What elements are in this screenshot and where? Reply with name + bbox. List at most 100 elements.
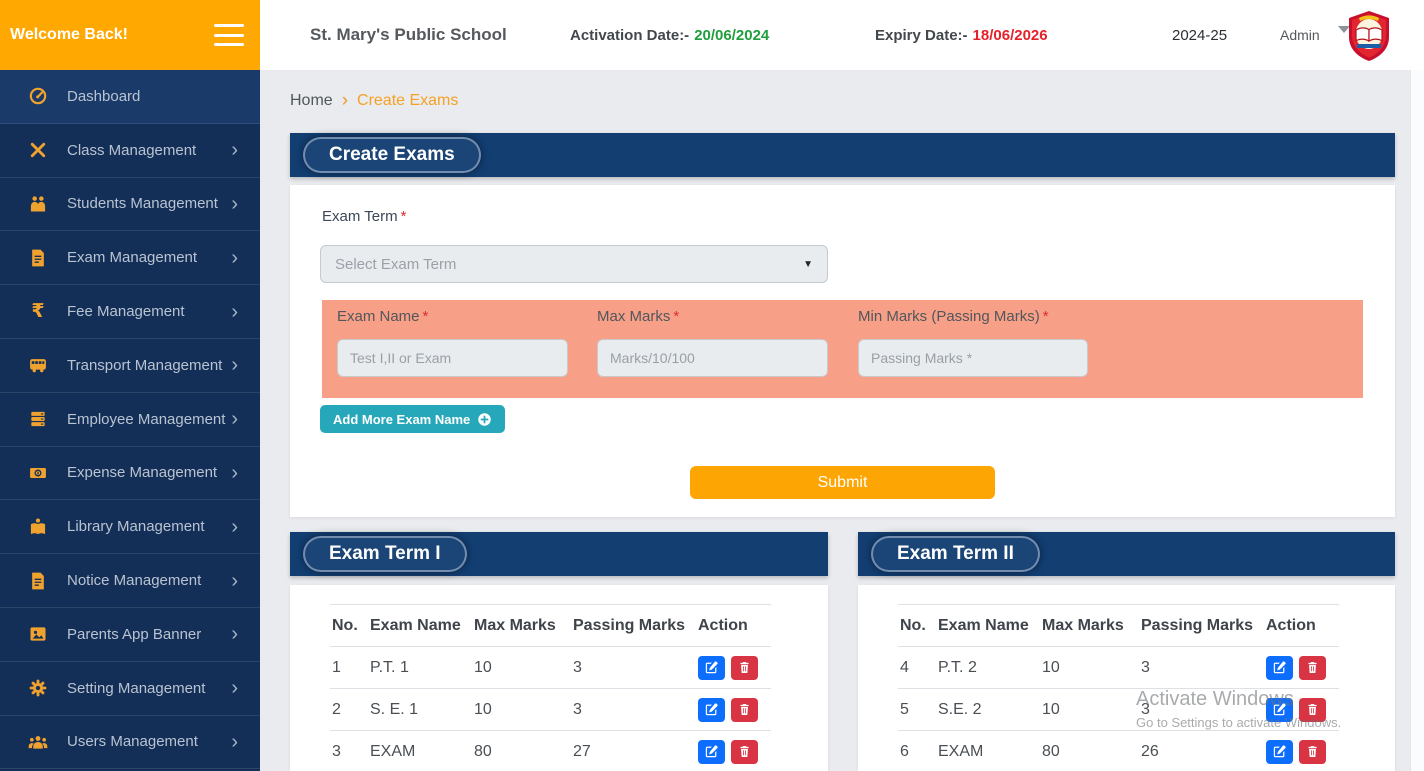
table-row: 5 S.E. 2 10 3 — [898, 689, 1339, 731]
trash-icon — [738, 745, 751, 758]
required-mark: * — [401, 208, 407, 225]
plus-circle-icon — [477, 412, 492, 427]
table-row: 4 P.T. 2 10 3 — [898, 647, 1339, 689]
edit-button[interactable] — [698, 656, 725, 680]
sidebar-item-label: Students Management — [67, 195, 218, 212]
exam-name-label: Exam Name* — [337, 308, 428, 325]
sidebar-item-notice-management[interactable]: Notice Management › — [0, 554, 260, 608]
sidebar-item-students-management[interactable]: Students Management › — [0, 178, 260, 232]
chevron-right-icon: › — [231, 463, 238, 483]
activation-label: Activation Date:- — [570, 27, 689, 44]
scrollbar[interactable] — [1410, 70, 1424, 771]
edit-icon — [705, 703, 718, 716]
chevron-right-icon: › — [231, 248, 238, 268]
bus-icon — [26, 354, 50, 376]
table-row: 3 EXAM 80 27 — [330, 731, 771, 771]
sidebar-item-label: Fee Management — [67, 303, 185, 320]
sidebar-item-label: Users Management — [67, 733, 198, 750]
activation-date: Activation Date:- 20/06/2024 — [570, 0, 769, 70]
class-icon — [26, 139, 50, 161]
sidebar-item-label: Notice Management — [67, 572, 201, 589]
sidebar-item-parents-app-banner[interactable]: Parents App Banner › — [0, 608, 260, 662]
select-placeholder: Select Exam Term — [335, 256, 456, 273]
sidebar-item-label: Exam Management — [67, 249, 197, 266]
delete-button[interactable] — [731, 740, 758, 764]
school-name: St. Mary's Public School — [310, 0, 507, 70]
exam-term-2-table-card: No. Exam Name Max Marks Passing Marks Ac… — [858, 585, 1395, 771]
edit-button[interactable] — [698, 740, 725, 764]
table-header-row: No. Exam Name Max Marks Passing Marks Ac… — [330, 605, 771, 647]
sidebar-item-label: Setting Management — [67, 680, 205, 697]
hamburger-menu-icon[interactable] — [214, 24, 244, 46]
exam-term-2-table: No. Exam Name Max Marks Passing Marks Ac… — [898, 604, 1339, 771]
sidebar-brand: Welcome Back! — [0, 0, 260, 70]
exam-fields-section: Exam Name* Max Marks* Min Marks (Passing… — [322, 300, 1363, 398]
sidebar-item-library-management[interactable]: Library Management › — [0, 500, 260, 554]
delete-button[interactable] — [731, 698, 758, 722]
table-row: 2 S. E. 1 10 3 — [330, 689, 771, 731]
sidebar-item-setting-management[interactable]: Setting Management › — [0, 662, 260, 716]
required-mark: * — [673, 308, 679, 325]
sidebar-item-label: Transport Management — [67, 357, 222, 374]
trash-icon — [738, 661, 751, 674]
max-marks-input[interactable] — [597, 339, 828, 377]
academic-session: 2024-25 — [1172, 0, 1227, 70]
sidebar-item-label: Class Management — [67, 142, 196, 159]
chevron-right-icon: › — [231, 194, 238, 214]
school-logo[interactable] — [1345, 10, 1393, 62]
edit-icon — [1273, 661, 1286, 674]
chevron-right-icon: › — [231, 140, 238, 160]
table-header-row: No. Exam Name Max Marks Passing Marks Ac… — [898, 605, 1339, 647]
create-exams-panel-header: Create Exams — [290, 133, 1395, 177]
expiry-date: Expiry Date:- 18/06/2026 — [875, 0, 1048, 70]
trash-icon — [1306, 661, 1319, 674]
welcome-text: Welcome Back! — [10, 26, 128, 44]
table-row: 1 P.T. 1 10 3 — [330, 647, 771, 689]
sidebar-item-employee-management[interactable]: Employee Management › — [0, 393, 260, 447]
delete-button[interactable] — [1299, 656, 1326, 680]
sidebar-item-dashboard[interactable]: Dashboard — [0, 70, 260, 124]
expiry-value: 18/06/2026 — [973, 27, 1048, 44]
sidebar-item-label: Parents App Banner — [67, 626, 201, 643]
banknote-icon — [26, 462, 50, 484]
chevron-right-icon: › — [231, 355, 238, 375]
breadcrumb-separator-icon: › — [342, 91, 348, 110]
delete-button[interactable] — [1299, 698, 1326, 722]
expiry-label: Expiry Date:- — [875, 27, 968, 44]
edit-button[interactable] — [698, 698, 725, 722]
sidebar-nav: Dashboard Class Management › Students Ma… — [0, 70, 260, 771]
breadcrumb-home-link[interactable]: Home — [290, 92, 333, 110]
sidebar-item-label: Dashboard — [67, 88, 140, 105]
rupee-icon: ₹ — [26, 301, 50, 323]
trash-icon — [1306, 703, 1319, 716]
panel-title: Exam Term II — [871, 536, 1040, 572]
create-exams-form-card: Exam Term* Select Exam Term ▼ Exam Name*… — [290, 185, 1395, 517]
activation-value: 20/06/2024 — [694, 27, 769, 44]
min-marks-input[interactable] — [858, 339, 1088, 377]
edit-button[interactable] — [1266, 740, 1293, 764]
submit-button[interactable]: Submit — [690, 466, 995, 499]
sidebar-item-class-management[interactable]: Class Management › — [0, 124, 260, 178]
delete-button[interactable] — [1299, 740, 1326, 764]
chevron-right-icon: › — [231, 302, 238, 322]
chevron-right-icon: › — [231, 517, 238, 537]
add-more-exam-button[interactable]: Add More Exam Name — [320, 405, 505, 433]
sidebar-item-users-management[interactable]: Users Management › — [0, 716, 260, 770]
edit-button[interactable] — [1266, 698, 1293, 722]
edit-button[interactable] — [1266, 656, 1293, 680]
delete-button[interactable] — [731, 656, 758, 680]
sidebar-item-exam-management[interactable]: Exam Management › — [0, 231, 260, 285]
image-icon — [26, 623, 50, 645]
sidebar-item-fee-management[interactable]: ₹ Fee Management › — [0, 285, 260, 339]
required-mark: * — [1043, 308, 1049, 325]
required-mark: * — [423, 308, 429, 325]
sidebar-item-transport-management[interactable]: Transport Management › — [0, 339, 260, 393]
min-marks-label: Min Marks (Passing Marks)* — [858, 308, 1049, 325]
admin-user-label[interactable]: Admin — [1280, 0, 1320, 70]
stack-icon — [26, 408, 50, 430]
edit-icon — [705, 745, 718, 758]
sidebar-item-expense-management[interactable]: Expense Management › — [0, 447, 260, 501]
gear-icon — [26, 677, 50, 699]
exam-name-input[interactable] — [337, 339, 568, 377]
exam-term-select[interactable]: Select Exam Term ▼ — [320, 245, 828, 283]
